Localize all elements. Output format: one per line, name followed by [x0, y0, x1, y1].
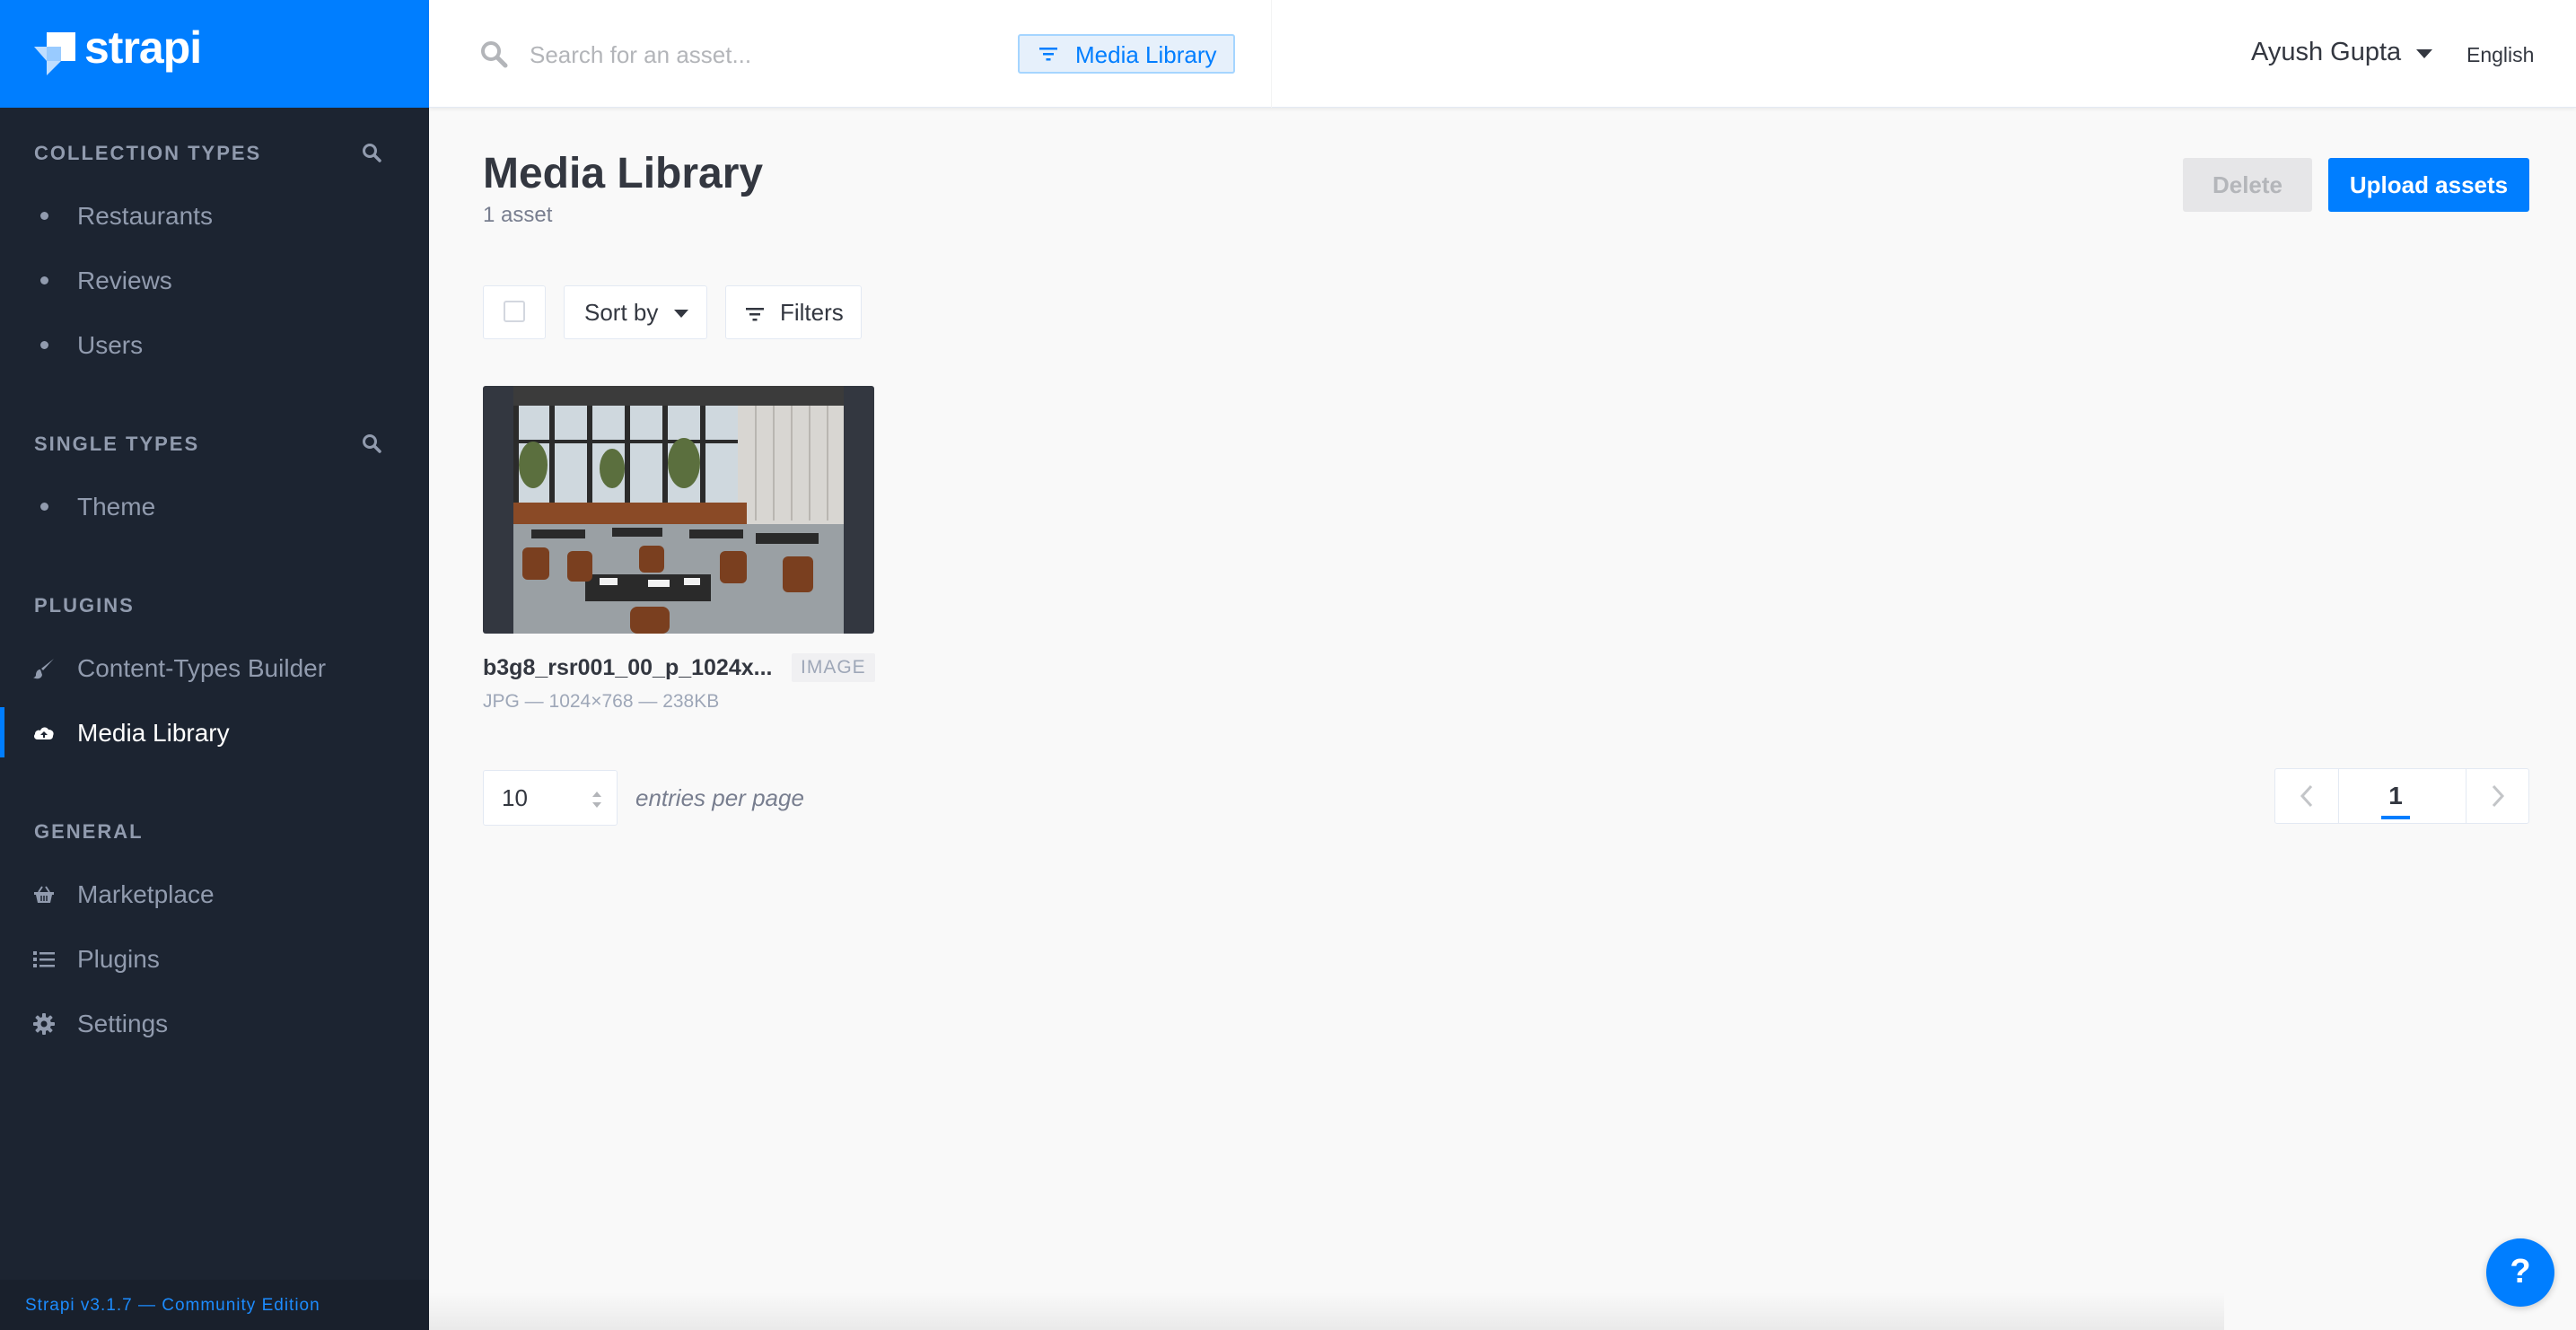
select-arrows-icon	[592, 792, 601, 808]
sidebar-item-label: Users	[77, 331, 144, 359]
help-label: ?	[2510, 1253, 2531, 1291]
bullet-icon	[40, 212, 48, 220]
paintbrush-icon	[33, 659, 54, 679]
version-text: Strapi v3.1.7 — Community Edition	[25, 1296, 320, 1315]
entries-per-page-select[interactable]: 10	[483, 770, 618, 826]
sidebar-item-restaurants[interactable]: Restaurants	[0, 190, 429, 241]
filter-tag-label: Media Library	[1075, 41, 1217, 68]
sidebar-item-theme[interactable]: Theme	[0, 481, 429, 531]
asset-type-badge: IMAGE	[792, 653, 875, 682]
sidebar-item-label: Content-Types Builder	[77, 654, 327, 682]
user-menu[interactable]: Ayush Gupta	[2251, 38, 2401, 67]
section-title-plugins: PLUGINS	[34, 594, 135, 617]
select-all-toggle[interactable]	[483, 285, 546, 339]
brand-name: strapi	[84, 22, 202, 73]
sidebar-item-content-types-builder[interactable]: Content-Types Builder	[0, 643, 429, 693]
filters-button[interactable]: Filters	[725, 285, 862, 339]
search-icon[interactable]	[361, 433, 382, 454]
bottom-fade	[429, 1292, 2224, 1330]
sidebar-item-label: Plugins	[77, 945, 160, 973]
asset-count: 1 asset	[483, 203, 553, 227]
current-page-indicator	[2381, 816, 2410, 819]
asset-thumbnail[interactable]	[483, 386, 874, 634]
sidebar-item-reviews[interactable]: Reviews	[0, 255, 429, 305]
basket-icon	[34, 886, 54, 903]
chevron-left-icon	[2300, 784, 2313, 808]
per-page-label: entries per page	[635, 784, 804, 811]
upload-assets-button[interactable]: Upload assets	[2328, 158, 2529, 212]
chevron-right-icon	[2492, 784, 2505, 808]
sidebar: strapi COLLECTION TYPES Restaurants Revi…	[0, 0, 429, 1330]
search-icon[interactable]	[361, 142, 382, 163]
divider	[1271, 0, 1272, 108]
strapi-logo-icon	[34, 32, 75, 75]
sidebar-item-label: Restaurants	[77, 202, 213, 230]
filter-icon	[1039, 48, 1057, 61]
filters-label: Filters	[780, 299, 844, 326]
sidebar-item-label: Marketplace	[77, 880, 215, 908]
next-page-button[interactable]	[2466, 769, 2529, 823]
sidebar-item-label: Theme	[77, 493, 156, 521]
filter-tag-media-library[interactable]: Media Library	[1018, 34, 1235, 74]
bullet-icon	[40, 276, 48, 284]
search-icon	[481, 41, 508, 68]
version-footer: Strapi v3.1.7 — Community Edition	[0, 1280, 429, 1330]
asset-meta: JPG — 1024×768 — 238KB	[483, 691, 720, 712]
brand-header[interactable]: strapi	[0, 0, 429, 108]
sidebar-item-label: Settings	[77, 1010, 169, 1037]
restaurant-photo-image	[513, 386, 844, 634]
section-title-general: GENERAL	[34, 820, 144, 843]
sort-by-dropdown[interactable]: Sort by	[564, 285, 707, 339]
bullet-icon	[40, 503, 48, 511]
sidebar-item-plugins[interactable]: Plugins	[0, 933, 429, 984]
help-button[interactable]: ?	[2486, 1238, 2554, 1307]
sidebar-item-media-library[interactable]: Media Library	[0, 707, 429, 757]
search-input[interactable]	[528, 34, 944, 75]
page-title: Media Library	[483, 150, 764, 197]
caret-down-icon	[674, 310, 688, 318]
section-title-single-types: SINGLE TYPES	[34, 433, 200, 455]
caret-down-icon[interactable]	[2416, 49, 2432, 58]
current-page[interactable]: 1	[2381, 782, 2410, 810]
topbar: Media Library Ayush Gupta English	[429, 0, 2576, 108]
section-title-collection-types: COLLECTION TYPES	[34, 142, 262, 164]
language-selector[interactable]: English	[2466, 43, 2534, 67]
filter-icon	[746, 308, 764, 321]
sort-by-label: Sort by	[584, 299, 659, 326]
list-icon	[33, 951, 55, 967]
pagination: 1	[2274, 768, 2529, 824]
sidebar-item-marketplace[interactable]: Marketplace	[0, 869, 429, 919]
sidebar-item-users[interactable]: Users	[0, 319, 429, 370]
select-all-checkbox[interactable]	[504, 301, 525, 322]
bullet-icon	[40, 341, 48, 349]
delete-button[interactable]: Delete	[2183, 158, 2312, 212]
asset-name: b3g8_rsr001_00_p_1024x...	[483, 655, 773, 680]
per-page-value: 10	[502, 784, 528, 811]
previous-page-button[interactable]	[2275, 769, 2339, 823]
asset-card[interactable]: b3g8_rsr001_00_p_1024x... IMAGE	[483, 386, 875, 727]
cloud-upload-icon	[34, 727, 54, 739]
sidebar-item-settings[interactable]: Settings	[0, 998, 429, 1048]
sidebar-item-label: Reviews	[77, 267, 172, 294]
gear-icon	[33, 1013, 55, 1035]
sidebar-item-label: Media Library	[77, 719, 230, 747]
